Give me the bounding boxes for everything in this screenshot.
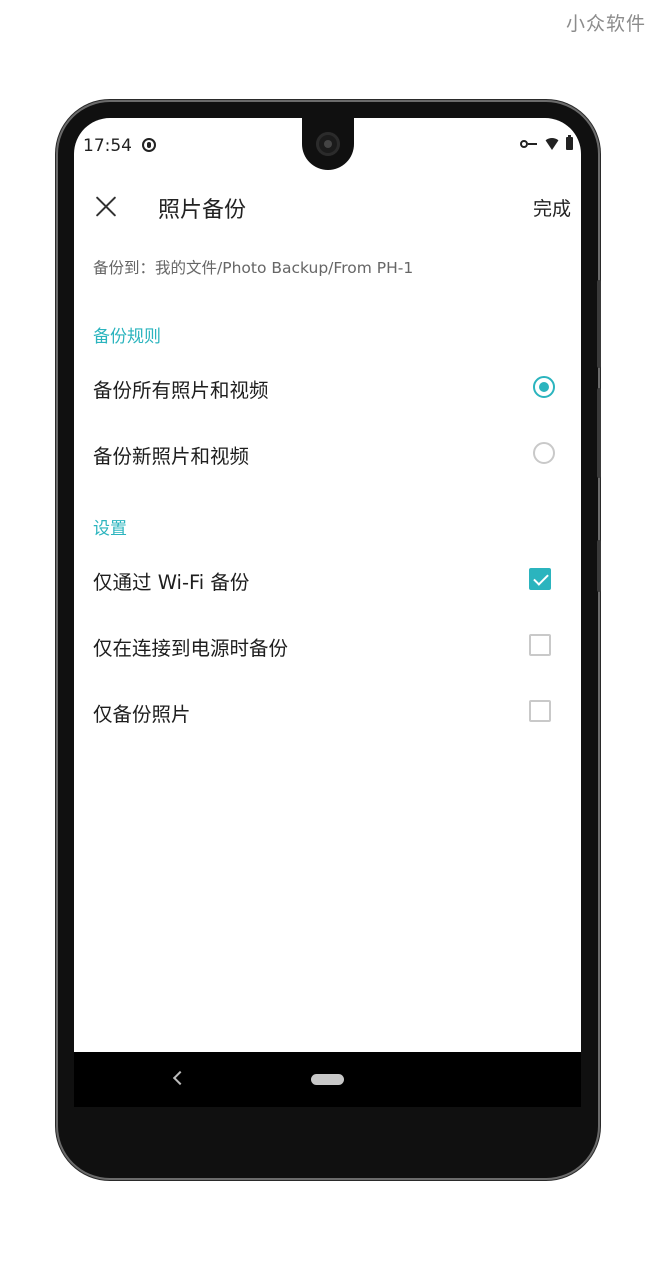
checkbox-checked-icon[interactable] <box>529 568 551 590</box>
setting-wifi-only[interactable]: 仅通过 Wi-Fi 备份 <box>74 552 581 608</box>
setting-charging-only[interactable]: 仅在连接到电源时备份 <box>74 618 581 674</box>
checkbox-unchecked-icon[interactable] <box>529 700 551 722</box>
wifi-icon <box>544 137 560 150</box>
radio-selected-icon[interactable] <box>533 376 555 398</box>
phone-screen: 17:54 照片备份 完成 备份到：我的文件/Photo Backup/From… <box>74 118 581 1107</box>
setting-label: 仅备份照片 <box>93 703 191 726</box>
section-backup-rules: 备份规则 <box>93 327 161 347</box>
page-title: 照片备份 <box>158 198 247 223</box>
setting-label: 仅在连接到电源时备份 <box>93 637 289 660</box>
home-pill-icon[interactable] <box>311 1074 344 1085</box>
option-label: 备份新照片和视频 <box>93 445 250 468</box>
close-icon[interactable] <box>92 192 120 220</box>
backup-destination: 备份到：我的文件/Photo Backup/From PH-1 <box>93 259 414 277</box>
volume-up-button <box>597 280 601 368</box>
volume-down-button <box>597 388 601 478</box>
setting-label: 仅通过 Wi-Fi 备份 <box>93 571 250 594</box>
checkbox-unchecked-icon[interactable] <box>529 634 551 656</box>
vpn-key-icon <box>520 139 538 149</box>
option-label: 备份所有照片和视频 <box>93 379 269 402</box>
setting-photos-only[interactable]: 仅备份照片 <box>74 684 581 740</box>
radio-unselected-icon[interactable] <box>533 442 555 464</box>
power-button <box>597 540 601 592</box>
back-icon[interactable] <box>172 1070 188 1086</box>
sync-icon <box>142 138 156 152</box>
option-backup-all[interactable]: 备份所有照片和视频 <box>74 360 581 416</box>
status-icons <box>520 135 573 150</box>
battery-icon <box>566 135 573 150</box>
section-settings: 设置 <box>93 519 127 539</box>
done-button[interactable]: 完成 <box>533 194 571 221</box>
watermark: 小众软件 <box>565 13 646 35</box>
navigation-bar <box>74 1052 581 1107</box>
option-backup-new[interactable]: 备份新照片和视频 <box>74 426 581 482</box>
status-time: 17:54 <box>83 136 132 156</box>
front-camera-icon <box>316 132 340 156</box>
camera-notch <box>302 118 354 170</box>
